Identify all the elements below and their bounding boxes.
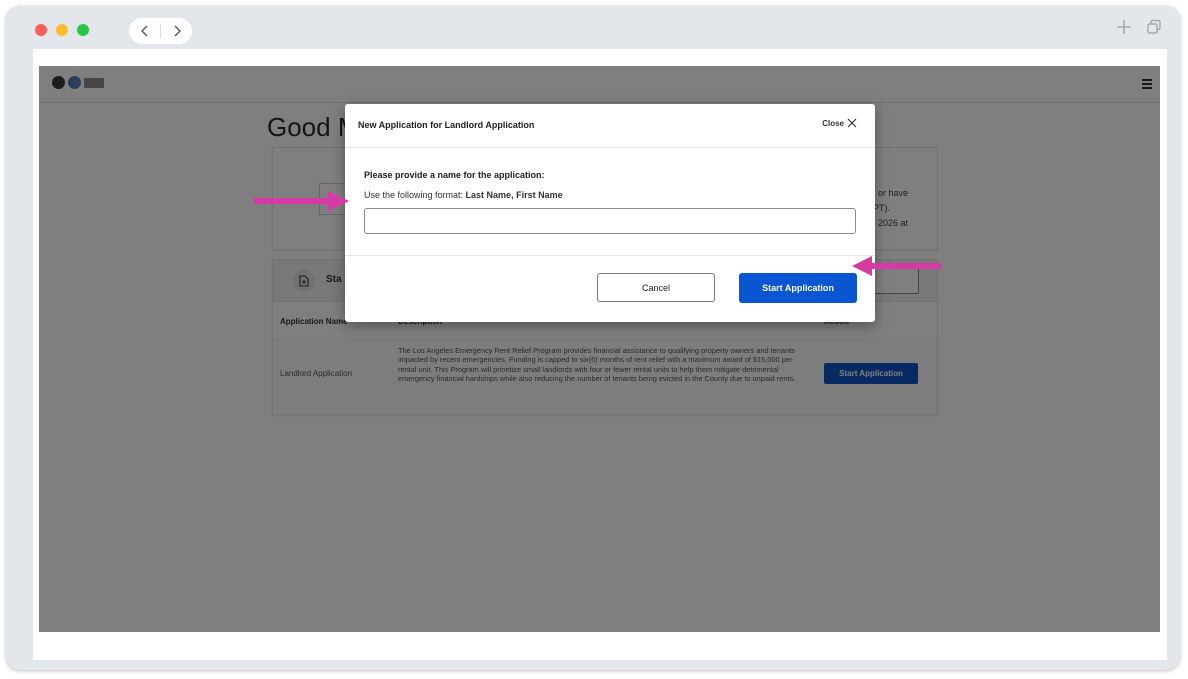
- close-icon: [847, 118, 857, 128]
- close-label: Close: [822, 118, 844, 128]
- back-chevron-icon: [140, 25, 147, 37]
- browser-viewport: Good M nat or have n, PT). 23, 2026 at S…: [33, 49, 1167, 660]
- window-maximize-button[interactable]: [77, 24, 89, 36]
- cancel-button[interactable]: Cancel: [597, 273, 715, 302]
- dialog-title: New Application for Landlord Application: [358, 120, 535, 130]
- forward-chevron-icon: [174, 25, 181, 37]
- name-prompt: Please provide a name for the applicatio…: [364, 170, 545, 180]
- format-prefix: Use the following format:: [364, 190, 466, 200]
- window-minimize-button[interactable]: [56, 24, 68, 36]
- website: Good M nat or have n, PT). 23, 2026 at S…: [39, 66, 1160, 632]
- dialog-header: New Application for Landlord Application…: [345, 104, 875, 148]
- annotation-arrow-right-icon: [254, 191, 349, 211]
- dialog-divider: [345, 255, 875, 256]
- window-close-button[interactable]: [35, 24, 47, 36]
- forward-button[interactable]: [161, 18, 192, 44]
- application-name-input[interactable]: [364, 208, 856, 234]
- name-format-hint: Use the following format: Last Name, Fir…: [364, 190, 563, 200]
- new-application-dialog: New Application for Landlord Application…: [345, 104, 875, 322]
- browser-window: Good M nat or have n, PT). 23, 2026 at S…: [6, 6, 1180, 670]
- tab-overview-icon[interactable]: [1146, 19, 1162, 35]
- back-button[interactable]: [129, 18, 160, 44]
- format-value: Last Name, First Name: [465, 190, 563, 200]
- history-nav: [129, 18, 192, 44]
- start-application-button[interactable]: Start Application: [739, 273, 857, 303]
- close-button[interactable]: Close: [822, 118, 857, 128]
- new-tab-plus-icon[interactable]: [1116, 19, 1132, 35]
- annotation-arrow-left-icon: [852, 256, 942, 276]
